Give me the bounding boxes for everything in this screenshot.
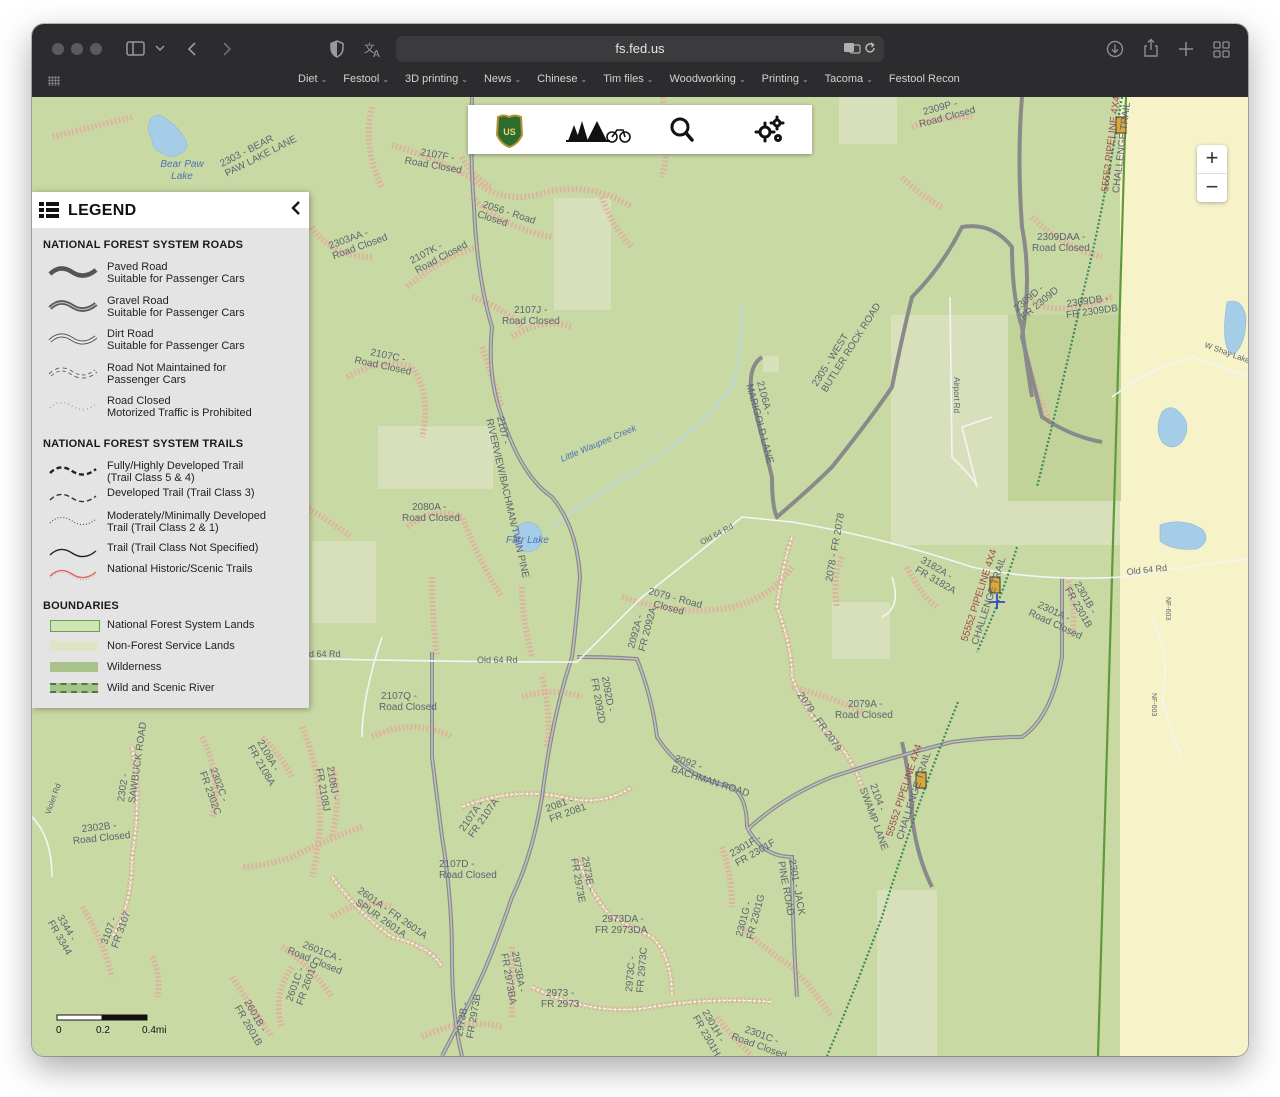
shield-icon[interactable] xyxy=(330,40,344,58)
label-fr-2973: 2973 -FR 2973 xyxy=(541,988,580,1010)
trail-class-3-symbol xyxy=(49,493,97,503)
back-icon[interactable] xyxy=(187,41,197,57)
trail-class-2-1-symbol xyxy=(49,516,97,526)
translate-page-icon[interactable] xyxy=(843,42,861,54)
zoom-in-button[interactable]: + xyxy=(1197,145,1227,174)
scale-label-04: 0.4mi xyxy=(142,1025,166,1036)
dirt-road-symbol xyxy=(48,333,98,345)
translate-icon[interactable]: 文 A xyxy=(363,40,383,58)
search-icon xyxy=(670,117,694,142)
list-icon xyxy=(39,202,59,218)
scale-bar-graphic: 0 0.2 0.4mi xyxy=(56,1014,166,1036)
tab-overview-icon[interactable] xyxy=(1213,41,1230,58)
search-button[interactable] xyxy=(640,105,726,154)
map-view[interactable]: Bear Paw Lake Farr Lake Little Waupee Cre… xyxy=(32,97,1248,1056)
legend-collapse-button[interactable] xyxy=(291,201,301,215)
paved-road-symbol xyxy=(48,266,98,278)
svg-text:US: US xyxy=(503,127,516,137)
zoom-out-button[interactable]: − xyxy=(1197,174,1227,202)
label-old64-a: Old 64 Rd xyxy=(477,655,518,665)
legend-header: LEGEND xyxy=(32,192,309,228)
fav-printing[interactable]: Printing ⌄ xyxy=(762,73,809,91)
trail-unspecified-symbol xyxy=(49,548,97,558)
gravel-road-symbol xyxy=(48,300,98,312)
historic-trail-symbol xyxy=(49,569,97,580)
scale-label-0: 0 xyxy=(56,1025,62,1036)
map-toolbar: US xyxy=(468,105,812,154)
fav-diet[interactable]: Diet ⌄ xyxy=(298,73,327,91)
fav-news[interactable]: News ⌄ xyxy=(484,73,521,91)
scale-label-02: 0.2 xyxy=(96,1025,110,1036)
fav-3d-printing[interactable]: 3D printing ⌄ xyxy=(405,73,468,91)
zoom-window-button[interactable] xyxy=(90,43,102,55)
unmaintained-road-symbol xyxy=(48,367,98,379)
close-window-button[interactable] xyxy=(52,43,64,55)
label-nf603-a: NF-603 xyxy=(1164,597,1171,620)
forward-icon[interactable] xyxy=(222,41,232,57)
usfs-home-button[interactable]: US xyxy=(468,105,554,154)
chevron-down-icon[interactable] xyxy=(155,45,165,53)
legend-title: LEGEND xyxy=(68,202,137,219)
label-rc-2309daa: 2309DAA -Road Closed xyxy=(1032,232,1090,254)
share-icon[interactable] xyxy=(1143,38,1159,58)
road-closed-symbol xyxy=(49,401,97,411)
browser-window: 文 A fs.fed.us Diet ⌄ Festool ⌄ 3D printi… xyxy=(32,24,1248,1056)
new-tab-icon[interactable] xyxy=(1178,41,1194,57)
wild-scenic-river-swatch xyxy=(50,683,98,693)
download-icon[interactable] xyxy=(1106,40,1124,58)
recreation-icon xyxy=(566,121,631,143)
legend-trails-title: NATIONAL FOREST SYSTEM TRAILS xyxy=(43,438,244,450)
browser-toolbar: 文 A fs.fed.us Diet ⌄ Festool ⌄ 3D printi… xyxy=(32,24,1248,97)
fav-tacoma[interactable]: Tacoma ⌄ xyxy=(825,73,873,91)
trail-class-5-4-symbol xyxy=(49,466,97,476)
label-fr-2973da: 2973DA -FR 2973DA xyxy=(595,914,648,936)
legend-panel: LEGEND NATIONAL FOREST SYSTEM ROADS Pave… xyxy=(32,192,309,708)
zoom-control: + − xyxy=(1197,145,1227,202)
wilderness-swatch xyxy=(50,662,98,672)
fav-tim-files[interactable]: Tim files ⌄ xyxy=(603,73,653,91)
non-fs-lands-swatch xyxy=(50,641,98,651)
fav-festool-recon[interactable]: Festool Recon xyxy=(889,73,960,91)
usfs-shield-icon: US xyxy=(495,114,524,149)
legend-roads-title: NATIONAL FOREST SYSTEM ROADS xyxy=(43,239,244,251)
chevron-left-icon xyxy=(291,201,300,215)
settings-button[interactable] xyxy=(726,105,812,154)
favorites-bar: Diet ⌄ Festool ⌄ 3D printing ⌄ News ⌄ Chines… xyxy=(298,73,960,91)
minimize-window-button[interactable] xyxy=(71,43,83,55)
url-text: fs.fed.us xyxy=(615,41,665,56)
nfs-lands-swatch xyxy=(50,620,100,632)
apps-grid-icon[interactable] xyxy=(48,76,60,86)
svg-text:A: A xyxy=(373,49,380,58)
reload-icon[interactable] xyxy=(864,42,876,54)
label-nf603-b: NF-603 xyxy=(1150,693,1157,716)
scale-bar: 0 0.2 0.4mi xyxy=(56,1014,176,1038)
sidebar-icon[interactable] xyxy=(126,41,146,57)
fav-woodworking[interactable]: Woodworking ⌄ xyxy=(669,73,745,91)
legend-boundaries-title: BOUNDARIES xyxy=(43,600,119,612)
settings-icon xyxy=(754,115,785,143)
recreation-button[interactable] xyxy=(554,105,640,154)
fav-chinese[interactable]: Chinese ⌄ xyxy=(537,73,587,91)
address-bar[interactable]: fs.fed.us xyxy=(396,36,884,62)
label-airport-rd: Airport Rd xyxy=(952,377,961,413)
fav-festool[interactable]: Festool ⌄ xyxy=(343,73,389,91)
